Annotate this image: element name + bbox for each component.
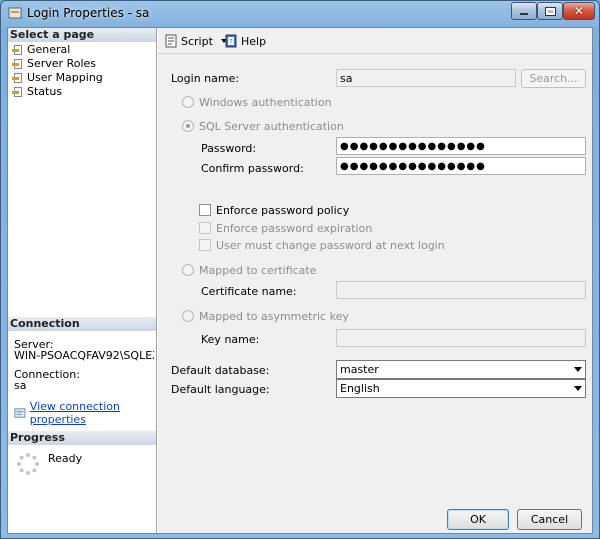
enforce-expiration-label: Enforce password expiration — [216, 222, 373, 235]
nav-item-server-roles[interactable]: Server Roles — [12, 57, 96, 71]
nav-item-label: Server Roles — [27, 57, 97, 70]
page-icon — [12, 86, 24, 98]
enforce-expiration-checkbox[interactable] — [199, 222, 211, 234]
default-language-select[interactable]: English — [336, 379, 586, 398]
maximize-button[interactable] — [537, 2, 563, 20]
connection-header: Connection — [8, 317, 156, 331]
help-label: Help — [241, 34, 267, 48]
certificate-name-field[interactable] — [336, 281, 586, 299]
nav-item-label: General — [27, 43, 71, 56]
key-name-label: Key name: — [201, 333, 260, 346]
page-icon — [12, 58, 24, 70]
window-title: Login Properties - sa — [27, 6, 150, 20]
cancel-button[interactable]: Cancel — [517, 509, 582, 530]
mapped-certificate-label: Mapped to certificate — [199, 264, 317, 277]
confirm-password-label: Confirm password: — [201, 162, 304, 175]
key-name-field[interactable] — [336, 329, 586, 347]
nav-item-label: Status — [27, 85, 63, 98]
sql-login-icon — [8, 7, 22, 19]
toolbar: Script ? Help — [158, 28, 592, 54]
password-label: Password: — [201, 142, 257, 155]
password-field[interactable]: ●●●●●●●●●●●●●●● — [336, 137, 586, 155]
left-panel: Select a page General Server Roles User … — [8, 28, 157, 533]
must-change-label: User must change password at next login — [216, 239, 445, 252]
sql-auth-label: SQL Server authentication — [199, 120, 344, 133]
windows-auth-radio[interactable] — [182, 96, 194, 108]
confirm-password-field[interactable]: ●●●●●●●●●●●●●●● — [336, 157, 586, 175]
script-button[interactable]: Script — [164, 34, 227, 48]
progress-header: Progress — [8, 431, 156, 445]
general-page: Script ? Help Login name: sa Search... W… — [158, 28, 592, 533]
dialog-client-area: Select a page General Server Roles User … — [7, 27, 593, 534]
minimize-icon — [520, 13, 528, 15]
progress-status: Ready — [48, 452, 83, 465]
maximize-icon — [544, 6, 556, 16]
script-label: Script — [181, 34, 213, 48]
default-language-value: English — [340, 382, 380, 395]
enforce-policy-label: Enforce password policy — [216, 204, 350, 217]
login-properties-window: Login Properties - sa ✕ Select a page Ge… — [0, 0, 600, 539]
page-icon — [12, 44, 24, 56]
page-icon — [12, 72, 24, 84]
chevron-down-icon — [574, 386, 582, 391]
view-connection-properties[interactable]: View connection properties — [14, 400, 156, 426]
select-page-header: Select a page — [8, 28, 156, 42]
title-bar[interactable]: Login Properties - sa ✕ — [1, 1, 599, 25]
default-database-label: Default database: — [171, 364, 270, 377]
default-database-value: master — [340, 363, 379, 376]
nav-item-status[interactable]: Status — [12, 85, 62, 99]
help-book-icon: ? — [225, 34, 237, 48]
close-button[interactable]: ✕ — [563, 2, 595, 20]
certificate-name-label: Certificate name: — [201, 285, 297, 298]
sql-auth-radio[interactable] — [182, 120, 194, 132]
close-icon: ✕ — [573, 4, 585, 18]
connection-value: sa — [14, 379, 27, 392]
nav-item-user-mapping[interactable]: User Mapping — [12, 71, 103, 85]
search-button[interactable]: Search... — [521, 69, 586, 88]
default-database-select[interactable]: master — [336, 360, 586, 379]
mapped-certificate-radio[interactable] — [182, 264, 194, 276]
chevron-down-icon — [574, 367, 582, 372]
default-language-label: Default language: — [171, 383, 270, 396]
view-connection-link[interactable]: View connection properties — [30, 400, 156, 426]
windows-auth-label: Windows authentication — [199, 96, 332, 109]
progress-spinner-icon — [17, 453, 39, 475]
login-name-field[interactable]: sa — [336, 69, 516, 87]
nav-item-general[interactable]: General — [12, 43, 70, 57]
ok-button[interactable]: OK — [447, 509, 509, 530]
nav-item-label: User Mapping — [27, 71, 103, 84]
script-icon — [165, 34, 177, 48]
minimize-button[interactable] — [511, 2, 537, 20]
login-name-label: Login name: — [171, 72, 240, 85]
svg-text:?: ? — [229, 38, 233, 46]
server-value: WIN-PSOACQFAV92\SQLEXPRESS — [14, 349, 154, 362]
enforce-policy-checkbox[interactable] — [199, 204, 211, 216]
mapped-asymmetric-key-radio[interactable] — [182, 310, 194, 322]
properties-icon — [14, 408, 26, 418]
help-button[interactable]: ? Help — [224, 34, 266, 48]
mapped-asymmetric-key-label: Mapped to asymmetric key — [199, 310, 349, 323]
must-change-checkbox[interactable] — [199, 239, 211, 251]
